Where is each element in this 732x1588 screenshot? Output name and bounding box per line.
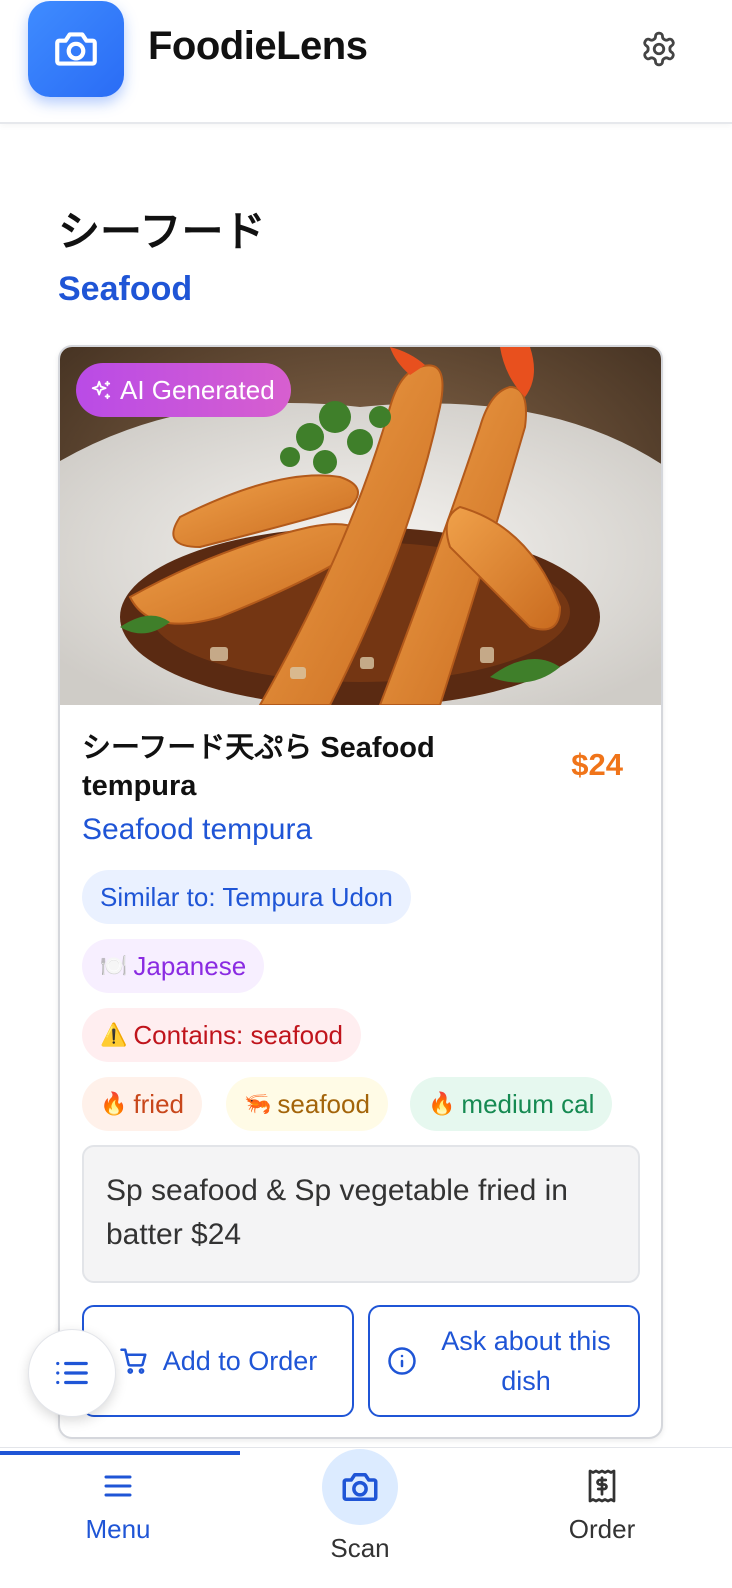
cart-icon: [119, 1348, 147, 1374]
plate-icon: 🍽️: [100, 953, 128, 978]
section-title-en: Seafood: [58, 270, 193, 308]
dish-photo: AI Generated: [60, 347, 661, 705]
shrimp-icon: 🦐: [244, 1091, 272, 1116]
add-to-order-label: Add to Order: [162, 1346, 318, 1376]
category-list-button[interactable]: [28, 1329, 116, 1417]
cuisine-label: Japanese: [133, 950, 247, 981]
camera-icon: [342, 1473, 378, 1501]
app-header: FoodieLens: [0, 0, 732, 124]
receipt-icon: [588, 1469, 616, 1503]
ask-about-dish-button[interactable]: Ask about this dish: [368, 1305, 640, 1417]
app-title: FoodieLens: [148, 24, 368, 68]
cuisine-chip: 🍽️ Japanese: [82, 939, 265, 993]
tag-calories: 🔥 medium cal: [410, 1077, 613, 1131]
section-title-jp: シーフード: [58, 207, 266, 256]
bottom-nav: Menu Scan Order: [0, 1447, 732, 1588]
ai-generated-badge: AI Generated: [76, 363, 291, 417]
add-to-order-button[interactable]: Add to Order: [82, 1305, 354, 1417]
nav-menu-label: Menu: [85, 1514, 151, 1544]
allergy-chip: ⚠️ Contains: seafood: [82, 1008, 361, 1062]
dish-description: Sp seafood & Sp vegetable fried in batte…: [82, 1145, 640, 1283]
dish-subtitle: Seafood tempura: [82, 813, 313, 846]
sparkles-icon: [91, 380, 111, 400]
menu-icon: [104, 1475, 132, 1497]
nav-order-label: Order: [568, 1514, 636, 1544]
tag-fried: 🔥 fried: [82, 1077, 202, 1131]
allergy-label: Contains: seafood: [133, 1019, 343, 1050]
warning-icon: ⚠️: [100, 1022, 128, 1047]
dish-price: $24: [571, 747, 623, 782]
tag-label: fried: [133, 1088, 184, 1119]
similar-dish-chip: Similar to: Tempura Udon: [82, 870, 411, 924]
scan-button[interactable]: [322, 1449, 398, 1525]
info-icon: [388, 1347, 416, 1375]
list-icon: [56, 1361, 88, 1385]
similar-label: Similar to: Tempura Udon: [100, 881, 393, 912]
tag-label: medium cal: [461, 1088, 595, 1119]
tag-seafood: 🦐 seafood: [226, 1077, 388, 1131]
fire-icon: 🔥: [100, 1091, 128, 1116]
app-logo[interactable]: [28, 1, 124, 97]
dish-title: シーフード天ぷら Seafood tempura: [82, 732, 435, 802]
ai-badge-label: AI Generated: [120, 374, 275, 405]
camera-icon: [55, 32, 97, 66]
nav-menu[interactable]: Menu: [38, 1448, 198, 1588]
nav-scan[interactable]: Scan: [290, 1448, 430, 1588]
ask-about-dish-label: Ask about this dish: [441, 1326, 611, 1396]
fire-icon: 🔥: [428, 1091, 456, 1116]
nav-scan-label: Scan: [330, 1533, 390, 1563]
dish-card[interactable]: AI Generated シーフード天ぷら Seafood tempura $2…: [58, 345, 663, 1439]
nav-order[interactable]: Order: [522, 1448, 682, 1588]
gear-icon[interactable]: [640, 30, 678, 68]
tag-label: seafood: [277, 1088, 370, 1119]
